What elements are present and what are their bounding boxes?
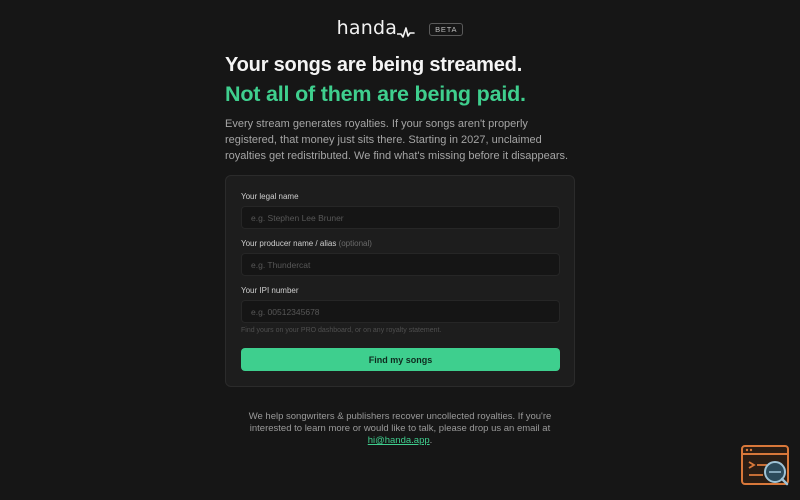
subheadline: Not all of them are being paid. — [225, 82, 526, 106]
ipi-number-label: Your IPI number — [241, 286, 299, 295]
console-search-icon[interactable] — [741, 445, 791, 487]
ipi-hint: Find yours on your PRO dashboard, or on … — [241, 327, 442, 334]
headline: Your songs are being streamed. — [225, 54, 523, 76]
footer-period: . — [429, 435, 433, 446]
producer-name-input[interactable] — [241, 253, 560, 276]
waveform-icon — [397, 27, 415, 38]
beta-badge: BETA — [429, 22, 464, 37]
hero-section: Your songs are being streamed. Not all o… — [225, 52, 585, 164]
ipi-number-input[interactable] — [241, 300, 560, 323]
optional-tag: (optional) — [338, 239, 372, 248]
legal-name-input[interactable] — [241, 206, 560, 229]
logo-text: handa — [336, 17, 398, 39]
producer-name-label-text: Your producer name / alias — [241, 239, 337, 248]
logo[interactable]: handa — [337, 19, 415, 38]
legal-name-label: Your legal name — [241, 192, 299, 201]
lookup-form: Your legal name Your producer name / ali… — [225, 175, 575, 387]
contact-email-link[interactable]: hi@handa.app — [368, 435, 430, 446]
footer-message: We help songwriters & publishers recover… — [248, 411, 552, 434]
page: handa BETA Your songs are being streamed… — [0, 0, 800, 500]
site-header: handa BETA — [0, 19, 800, 38]
intro-text: Every stream generates royalties. If you… — [225, 118, 569, 162]
producer-name-label: Your producer name / alias (optional) — [241, 239, 372, 248]
find-my-songs-button[interactable]: Find my songs — [241, 348, 560, 371]
footer-text: We help songwriters & publishers recover… — [240, 411, 560, 447]
